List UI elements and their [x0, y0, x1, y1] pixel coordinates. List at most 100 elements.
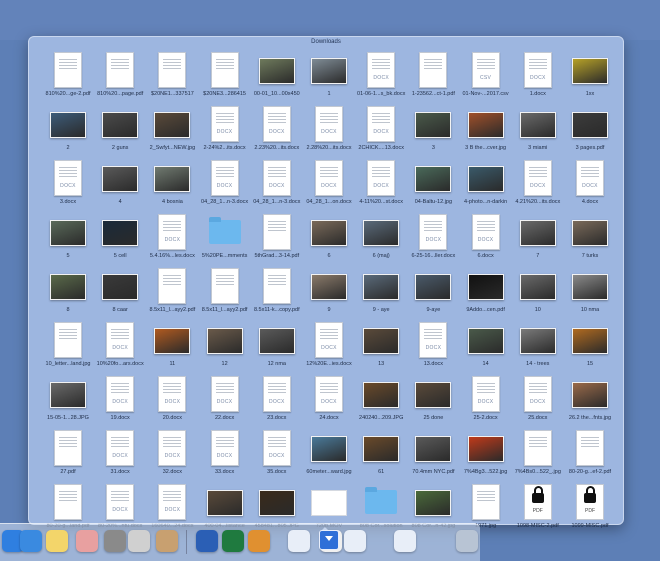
- file-item[interactable]: 9-aye: [405, 266, 461, 321]
- file-item[interactable]: 7 turks: [562, 212, 618, 267]
- file-item[interactable]: DOCX 4.21%20...its.docx: [510, 158, 566, 213]
- preview-icon[interactable]: [156, 530, 178, 552]
- file-item[interactable]: DOCX 3.docx: [40, 158, 96, 213]
- file-item[interactable]: DOCX 2CHICK....13.docx: [353, 104, 409, 159]
- notes-icon[interactable]: [46, 530, 68, 552]
- file-item[interactable]: DOCX 35.docx: [249, 428, 305, 483]
- file-item[interactable]: DOCX 20.docx: [144, 374, 200, 429]
- file-item[interactable]: 3: [405, 104, 461, 159]
- file-item[interactable]: DOCX 6-25-16...ller.docx: [405, 212, 461, 267]
- file-item[interactable]: 15: [562, 320, 618, 375]
- file-item[interactable]: 810%20...ge-2.pdf: [40, 50, 96, 105]
- file-item[interactable]: 8: [40, 266, 96, 321]
- file-item[interactable]: 7: [510, 212, 566, 267]
- file-item[interactable]: 10_letter...land.jpg: [40, 320, 96, 375]
- file-item[interactable]: 61: [353, 428, 409, 483]
- file-item[interactable]: 2 guns: [92, 104, 148, 159]
- file-item[interactable]: DOCX 12%20E...ies.docx: [301, 320, 357, 375]
- file-item[interactable]: 7%4Bs0...522_.jpg: [510, 428, 566, 483]
- file-item[interactable]: 10: [510, 266, 566, 321]
- file-item[interactable]: 5thGrad...3-14.pdf: [249, 212, 305, 267]
- file-item[interactable]: 26.2 the...fnts.jpg: [562, 374, 618, 429]
- file-item[interactable]: 25 done: [405, 374, 461, 429]
- file-item[interactable]: 3 pages.pdf: [562, 104, 618, 159]
- pages-icon[interactable]: [248, 530, 270, 552]
- file-item[interactable]: DOCX 10%20fo...ars.docx: [92, 320, 148, 375]
- file-item[interactable]: 2_Swfyt...NEW.jpg: [144, 104, 200, 159]
- photos-icon[interactable]: [76, 530, 98, 552]
- file-item[interactable]: DOCX 13.docx: [405, 320, 461, 375]
- file-item[interactable]: DOCX 1.docx: [510, 50, 566, 105]
- file-item[interactable]: DOCX 33.docx: [197, 428, 253, 483]
- file-item[interactable]: 5: [40, 212, 96, 267]
- file-item[interactable]: DOCX 2.28%20...its.docx: [301, 104, 357, 159]
- file-item[interactable]: 1-23562...ct-1.pdf: [405, 50, 461, 105]
- file-item[interactable]: DOCX 24.docx: [301, 374, 357, 429]
- file-item[interactable]: DOCX 25-2.docx: [458, 374, 514, 429]
- file-item[interactable]: 4 bosnia: [144, 158, 200, 213]
- file-item[interactable]: 9Addo...cen.pdf: [458, 266, 514, 321]
- file-item[interactable]: CSV 01-Nov-...2017.csv: [458, 50, 514, 105]
- file-item[interactable]: 13: [353, 320, 409, 375]
- file-item[interactable]: 14: [458, 320, 514, 375]
- file-item[interactable]: 5 cell: [92, 212, 148, 267]
- file-item[interactable]: PDF 1099-MISC.pdf: [562, 482, 618, 537]
- file-item[interactable]: DOCX 2.23%20...its.docx: [249, 104, 305, 159]
- file-item[interactable]: 70.4mm NYC.pdf: [405, 428, 461, 483]
- finder-window-icon[interactable]: [288, 530, 310, 552]
- file-item[interactable]: DOCX 04_28_1...n-3.docx: [197, 158, 253, 213]
- file-item[interactable]: 240240...209.JPG: [353, 374, 409, 429]
- file-item[interactable]: 27.pdf: [40, 428, 96, 483]
- file-item[interactable]: 7%4Bg3...522.jpg: [458, 428, 514, 483]
- file-item[interactable]: DOCX 01-06-1...s_bk.docx: [353, 50, 409, 105]
- desktop-stack-icon[interactable]: [394, 530, 416, 552]
- trash-icon[interactable]: [456, 530, 478, 552]
- file-item[interactable]: 9: [301, 266, 357, 321]
- file-item[interactable]: DOCX 22.docx: [197, 374, 253, 429]
- file-item[interactable]: DOCX 31.docx: [92, 428, 148, 483]
- system-preferences-icon[interactable]: [104, 530, 126, 552]
- file-item[interactable]: 15-05-1...28.JPG: [40, 374, 96, 429]
- stack-chevron-down-icon[interactable]: [319, 530, 339, 550]
- file-item[interactable]: 9 - aye: [353, 266, 409, 321]
- file-item[interactable]: 60meter...ward.jpg: [301, 428, 357, 483]
- file-item[interactable]: 12 nma: [249, 320, 305, 375]
- file-item[interactable]: 1: [301, 50, 357, 105]
- file-item[interactable]: 3 miami: [510, 104, 566, 159]
- file-item[interactable]: DOCX 6.docx: [458, 212, 514, 267]
- file-item[interactable]: 5%20PE...mments: [197, 212, 253, 267]
- file-item[interactable]: 8.5x11_l...ayy2.pdf: [144, 266, 200, 321]
- file-item[interactable]: 10 nma: [562, 266, 618, 321]
- messages-icon[interactable]: [128, 530, 150, 552]
- file-item[interactable]: $20NE1...337517: [144, 50, 200, 105]
- file-item[interactable]: $20NE3...286415: [197, 50, 253, 105]
- file-item[interactable]: 8.5x11-k...copy.pdf: [249, 266, 305, 321]
- file-item[interactable]: DOCX 2-24%2...its.docx: [197, 104, 253, 159]
- file-item[interactable]: 6 (maj): [353, 212, 409, 267]
- file-item[interactable]: 8.5x11_l...ayy2.pdf: [197, 266, 253, 321]
- file-item[interactable]: 4: [92, 158, 148, 213]
- file-item[interactable]: 14 - trees: [510, 320, 566, 375]
- file-item[interactable]: DOCX 04_28_1...on.docx: [301, 158, 357, 213]
- file-item[interactable]: 810%20...page.pdf: [92, 50, 148, 105]
- file-item[interactable]: 12: [197, 320, 253, 375]
- file-item[interactable]: DOCX 5.4.16%...les.docx: [144, 212, 200, 267]
- file-item[interactable]: PDF 1098-MISC-2.pdf: [510, 482, 566, 537]
- word-icon[interactable]: [196, 530, 218, 552]
- file-item[interactable]: 11: [144, 320, 200, 375]
- excel-icon[interactable]: [222, 530, 244, 552]
- file-item[interactable]: DOCX 25.docx: [510, 374, 566, 429]
- file-item[interactable]: 3 B the...cver.jpg: [458, 104, 514, 159]
- file-item[interactable]: 1xx: [562, 50, 618, 105]
- file-item[interactable]: 6: [301, 212, 357, 267]
- safari-icon[interactable]: [20, 530, 42, 552]
- file-item[interactable]: 8 caar: [92, 266, 148, 321]
- file-item[interactable]: 80-20-g...ef-2.pdf: [562, 428, 618, 483]
- file-item[interactable]: DOCX 4.docx: [562, 158, 618, 213]
- file-item[interactable]: 04-Baltu-12.jpg: [405, 158, 461, 213]
- file-item[interactable]: 00-01_10...00x450: [249, 50, 305, 105]
- file-item[interactable]: DOCX 32.docx: [144, 428, 200, 483]
- documents-stack-icon[interactable]: [344, 530, 366, 552]
- file-item[interactable]: DOCX 04_28_1...n-3.docx: [249, 158, 305, 213]
- file-item[interactable]: DOCX 4-11%20...st.docx: [353, 158, 409, 213]
